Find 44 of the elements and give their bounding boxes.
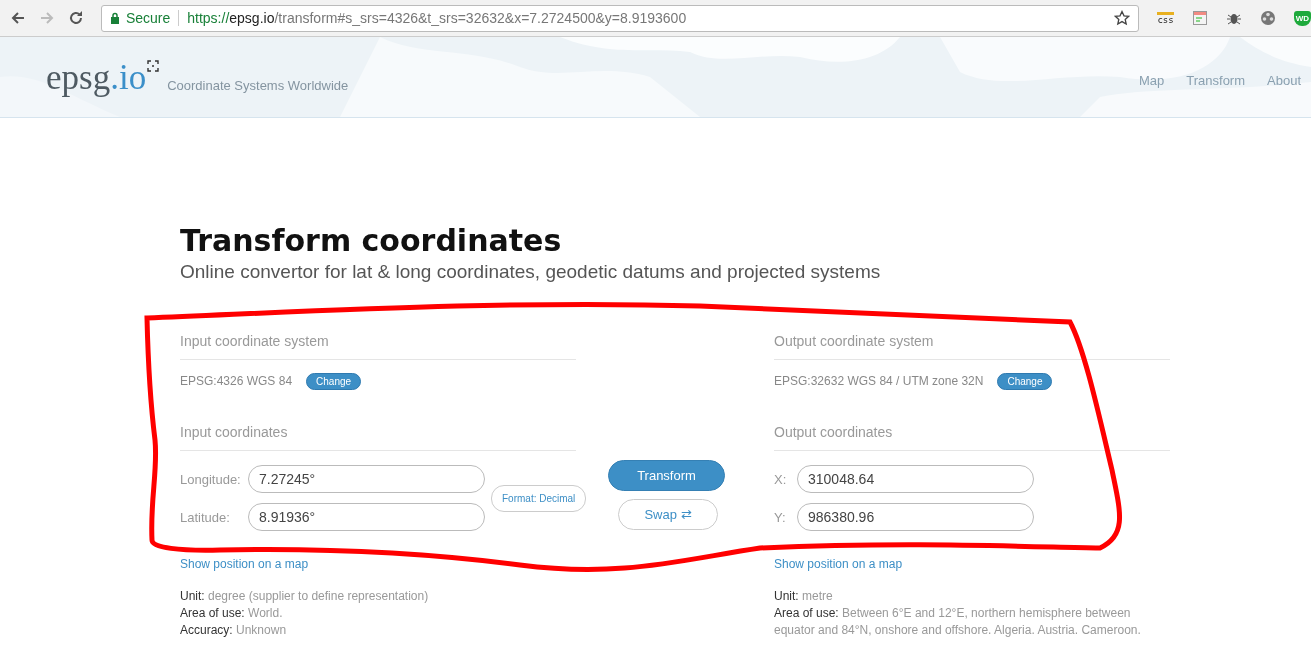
detail-text: Area of use: Between 6°E and 12°E, northern hemisphere between equator and 84°N, onshore and offshore. Algeria. Austria. Cameroon. bbox=[774, 605, 1142, 639]
section-heading: Input coordinate system bbox=[180, 333, 576, 360]
back-icon[interactable] bbox=[10, 10, 26, 26]
detail-text: Area of use: World. bbox=[180, 605, 284, 622]
coordinate-input[interactable]: 310048.64 bbox=[797, 465, 1034, 493]
field-label: Longitude: bbox=[180, 471, 242, 487]
site-logo[interactable]: epsg.io bbox=[46, 58, 147, 98]
section-heading: Input coordinates bbox=[180, 424, 576, 451]
detail-text: Unit: degree (supplier to define representation) bbox=[180, 588, 430, 605]
address-bar[interactable]: Secure https://epsg.io/transform#s_srs=4326&t_srs=32632&x=7.2724500&y=8.9193600 bbox=[100, 4, 1140, 32]
star-icon[interactable] bbox=[1114, 10, 1131, 26]
field-label: Y: bbox=[774, 509, 787, 525]
film-reel-icon[interactable] bbox=[1259, 10, 1276, 26]
change-button[interactable]: Change bbox=[997, 372, 1053, 390]
lock-icon bbox=[109, 12, 120, 24]
page-subtitle: Online convertor for lat & long coordinates, geodetic datums and projected systems bbox=[180, 261, 882, 283]
detail-text: Accuracy: Unknown bbox=[180, 622, 288, 639]
system-name: EPSG:32632 WGS 84 / UTM zone 32N bbox=[774, 374, 984, 388]
nav-link[interactable]: About bbox=[1267, 72, 1301, 88]
tagline: Coordinate Systems Worldwide bbox=[167, 78, 349, 93]
nav-link[interactable]: Transform bbox=[1186, 72, 1245, 88]
field-label: Latitude: bbox=[180, 509, 231, 525]
detail-text: Unit: metre bbox=[774, 588, 834, 605]
nav-link[interactable]: Map bbox=[1138, 72, 1165, 88]
format-button[interactable]: Format: Decimal bbox=[491, 484, 587, 512]
page-title: Transform coordinates bbox=[180, 224, 563, 258]
transform-button[interactable]: Transform bbox=[608, 460, 725, 491]
shield-icon[interactable]: WD bbox=[1293, 10, 1311, 26]
coordinate-input[interactable]: 986380.96 bbox=[797, 503, 1034, 531]
fullscreen-icon[interactable] bbox=[147, 60, 160, 72]
window-icon[interactable] bbox=[1191, 10, 1208, 26]
secure-label: Secure bbox=[125, 10, 180, 26]
field-label: X: bbox=[774, 471, 788, 487]
change-button[interactable]: Change bbox=[306, 372, 362, 390]
coordinate-input[interactable]: 7.27245° bbox=[248, 465, 485, 493]
section-heading: Output coordinates bbox=[774, 424, 1170, 451]
map-link[interactable]: Show position on a map bbox=[774, 557, 903, 571]
url-text: https://epsg.io/transform#s_srs=4326&t_srs=32632&x=7.2724500&y=8.9193600 bbox=[187, 10, 687, 26]
swap-button[interactable]: Swap ⇄ bbox=[618, 499, 718, 530]
reload-icon[interactable] bbox=[67, 10, 84, 26]
map-link[interactable]: Show position on a map bbox=[180, 557, 309, 571]
coordinate-input[interactable]: 8.91936° bbox=[248, 503, 485, 531]
section-heading: Output coordinate system bbox=[774, 333, 1170, 360]
system-name: EPSG:4326 WGS 84 bbox=[180, 374, 293, 388]
